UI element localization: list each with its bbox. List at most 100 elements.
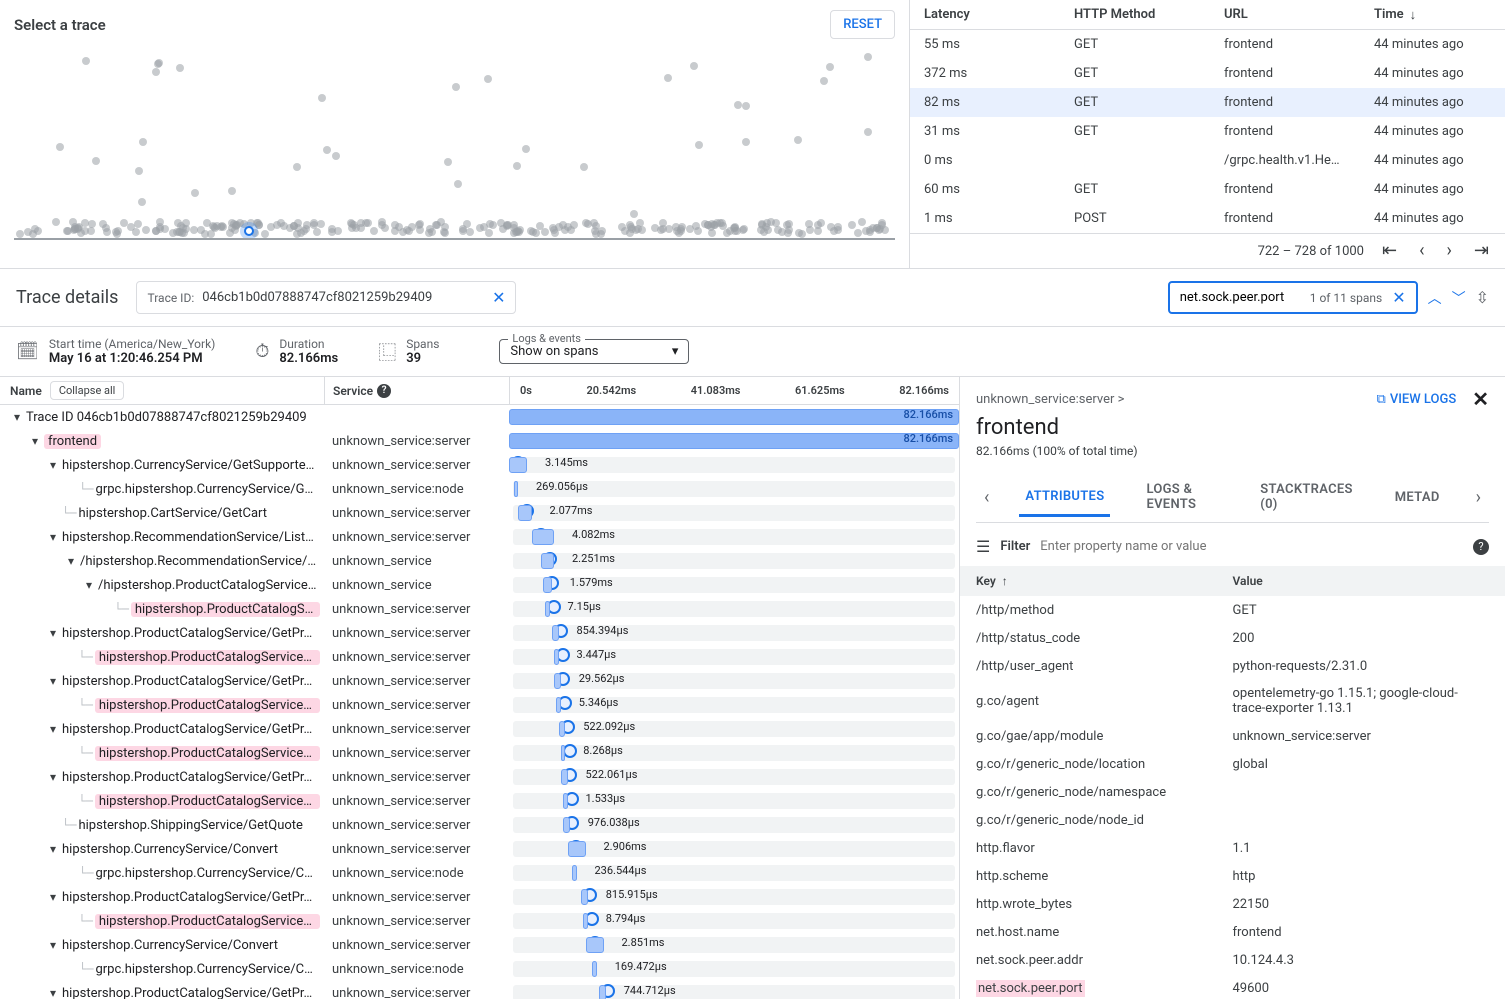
attribute-row[interactable]: /http/methodGET	[960, 596, 1505, 624]
table-row[interactable]: 55 msGETfrontend44 minutes ago	[910, 30, 1505, 59]
chevron-down-icon[interactable]: ▾	[44, 458, 62, 472]
pager-next-icon[interactable]: ›	[1447, 242, 1452, 260]
chevron-down-icon[interactable]: ▾	[44, 842, 62, 856]
span-row[interactable]: ▾/hipstershop.ProductCatalogService… unk…	[0, 573, 959, 597]
expand-icon[interactable]: ⇳	[1476, 288, 1489, 307]
col-method[interactable]: HTTP Method	[1074, 7, 1224, 22]
span-row[interactable]: └─hipstershop.ProductCatalogService/Get……	[0, 741, 959, 765]
attribute-row[interactable]: g.co/r/generic_node/locationglobal	[960, 750, 1505, 778]
span-subtitle: 82.166ms (100% of total time)	[976, 444, 1489, 458]
logs-events-select[interactable]: Logs & events Show on spans▾	[499, 339, 689, 364]
col-time[interactable]: Time↓	[1374, 7, 1491, 23]
span-row[interactable]: ▾Trace ID 046cb1b0d07888747cf8021259b294…	[0, 405, 959, 429]
chevron-down-icon[interactable]: ▾	[62, 554, 80, 568]
search-prev-icon[interactable]: ︿	[1428, 288, 1442, 308]
span-row[interactable]: ▾hipstershop.ProductCatalogService/GetPr…	[0, 885, 959, 909]
meta-start-time: 🗓 Start time (America/New_York)May 16 at…	[16, 337, 215, 366]
tabs-next-icon[interactable]: ›	[1476, 487, 1481, 508]
attribute-row[interactable]: g.co/agentopentelemetry-go 1.15.1; googl…	[960, 680, 1505, 722]
span-row[interactable]: └─grpc.hipstershop.CurrencyService/Conv……	[0, 861, 959, 885]
span-row[interactable]: ▾hipstershop.ProductCatalogService/GetPr…	[0, 981, 959, 999]
sort-up-icon[interactable]: ↑	[1002, 574, 1008, 588]
view-logs-button[interactable]: ⧉VIEW LOGS	[1377, 392, 1457, 407]
table-row[interactable]: 372 msGETfrontend44 minutes ago	[910, 59, 1505, 88]
attribute-row[interactable]: g.co/r/generic_node/namespace	[960, 778, 1505, 806]
col-latency[interactable]: Latency	[924, 7, 1074, 22]
collapse-all-button[interactable]: Collapse all	[50, 381, 125, 400]
span-row[interactable]: ▾hipstershop.ProductCatalogService/GetPr…	[0, 669, 959, 693]
span-row[interactable]: └─hipstershop.ProductCatalogService/Get……	[0, 909, 959, 933]
table-row[interactable]: 1 msPOSTfrontend44 minutes ago	[910, 204, 1505, 233]
chevron-down-icon[interactable]: ▾	[26, 434, 44, 448]
table-row[interactable]: 60 msGETfrontend44 minutes ago	[910, 175, 1505, 204]
open-icon: ⧉	[1377, 392, 1386, 407]
chevron-down-icon[interactable]: ▾	[44, 674, 62, 688]
span-row[interactable]: ▾hipstershop.CurrencyService/Convert unk…	[0, 933, 959, 957]
clear-trace-id-icon[interactable]: ✕	[492, 288, 505, 307]
span-row[interactable]: ▾hipstershop.ProductCatalogService/GetPr…	[0, 765, 959, 789]
chevron-down-icon[interactable]: ▾	[44, 770, 62, 784]
chevron-down-icon[interactable]: ▾	[44, 722, 62, 736]
breadcrumb[interactable]: unknown_service:server >	[976, 392, 1124, 407]
span-row[interactable]: └─hipstershop.CartService/GetCart unknow…	[0, 501, 959, 525]
span-row[interactable]: └─grpc.hipstershop.CurrencyService/Conv……	[0, 957, 959, 981]
tab-attributes[interactable]: ATTRIBUTES	[1019, 479, 1110, 517]
span-row[interactable]: └─hipstershop.ProductCatalogService/Get……	[0, 645, 959, 669]
span-row[interactable]: └─grpc.hipstershop.CurrencyService/GetS……	[0, 477, 959, 501]
attribute-row[interactable]: http.wrote_bytes22150	[960, 890, 1505, 918]
pager-range: 722 – 728 of 1000	[1258, 244, 1364, 259]
tab-metadata[interactable]: METAD	[1389, 480, 1446, 515]
col-url[interactable]: URL	[1224, 7, 1374, 22]
chevron-down-icon[interactable]: ▾	[44, 938, 62, 952]
attribute-row[interactable]: /http/status_code200	[960, 624, 1505, 652]
chevron-down-icon[interactable]: ▾	[44, 626, 62, 640]
span-row[interactable]: ▾frontend unknown_service:server 82.166m…	[0, 429, 959, 453]
span-title: frontend	[976, 415, 1489, 440]
chevron-down-icon[interactable]: ▾	[44, 986, 62, 999]
trace-id-input[interactable]: Trace ID: 046cb1b0d07888747cf8021259b294…	[136, 281, 516, 314]
span-row[interactable]: ▾hipstershop.ProductCatalogService/GetPr…	[0, 621, 959, 645]
span-row[interactable]: ▾hipstershop.CurrencyService/Convert unk…	[0, 837, 959, 861]
span-row[interactable]: └─hipstershop.ProductCatalogServi… unkno…	[0, 597, 959, 621]
span-row[interactable]: ▾hipstershop.ProductCatalogService/GetPr…	[0, 717, 959, 741]
span-search-input[interactable]: 1 of 11 spans ✕	[1168, 281, 1418, 314]
span-row[interactable]: └─hipstershop.ProductCatalogService/Get……	[0, 789, 959, 813]
attribute-row[interactable]: http.flavor1.1	[960, 834, 1505, 862]
attribute-row[interactable]: g.co/gae/app/moduleunknown_service:serve…	[960, 722, 1505, 750]
table-row[interactable]: 31 msGETfrontend44 minutes ago	[910, 117, 1505, 146]
scatter-plot[interactable]	[14, 45, 895, 240]
pager-prev-icon[interactable]: ‹	[1419, 242, 1424, 260]
span-row[interactable]: ▾hipstershop.RecommendationService/List……	[0, 525, 959, 549]
chevron-down-icon[interactable]: ▾	[80, 578, 98, 592]
tab-stacktraces[interactable]: STACKTRACES (0)	[1254, 472, 1359, 522]
span-row[interactable]: └─hipstershop.ProductCatalogService/Get……	[0, 693, 959, 717]
tab-logs-events[interactable]: LOGS & EVENTS	[1140, 472, 1224, 522]
help-icon[interactable]: ?	[377, 384, 391, 398]
attribute-row[interactable]: /http/user_agentpython-requests/2.31.0	[960, 652, 1505, 680]
chevron-down-icon[interactable]: ▾	[8, 410, 26, 424]
attribute-row[interactable]: net.sock.peer.addr10.124.4.3	[960, 946, 1505, 974]
attribute-row[interactable]: net.sock.peer.port49600	[960, 974, 1505, 999]
clear-search-icon[interactable]: ✕	[1392, 288, 1405, 307]
attribute-row[interactable]: net.host.namefrontend	[960, 918, 1505, 946]
chevron-down-icon[interactable]: ▾	[44, 530, 62, 544]
table-row[interactable]: 82 msGETfrontend44 minutes ago	[910, 88, 1505, 117]
table-row[interactable]: 0 ms/grpc.health.v1.He…44 minutes ago	[910, 146, 1505, 175]
chevron-down-icon[interactable]: ▾	[44, 890, 62, 904]
tabs-prev-icon[interactable]: ‹	[984, 487, 989, 508]
reset-button[interactable]: RESET	[830, 10, 895, 39]
attribute-row[interactable]: http.schemehttp	[960, 862, 1505, 890]
span-row[interactable]: ▾/hipstershop.RecommendationService/… un…	[0, 549, 959, 573]
attribute-filter-input[interactable]	[1040, 539, 1463, 554]
search-next-icon[interactable]: ﹀	[1452, 288, 1466, 308]
attribute-row[interactable]: g.co/r/generic_node/node_id	[960, 806, 1505, 834]
filter-icon: ☰	[976, 537, 990, 556]
span-row[interactable]: └─hipstershop.ShippingService/GetQuote u…	[0, 813, 959, 837]
meta-duration: ⏱ Duration82.166ms	[255, 337, 338, 366]
span-search-field[interactable]	[1180, 290, 1300, 305]
filter-help-icon[interactable]: ?	[1473, 539, 1489, 555]
pager-last-icon[interactable]: ⇥	[1474, 242, 1489, 260]
pager-first-icon[interactable]: ⇤	[1382, 242, 1397, 260]
close-panel-icon[interactable]: ✕	[1472, 387, 1489, 411]
span-row[interactable]: ▾hipstershop.CurrencyService/GetSupporte…	[0, 453, 959, 477]
